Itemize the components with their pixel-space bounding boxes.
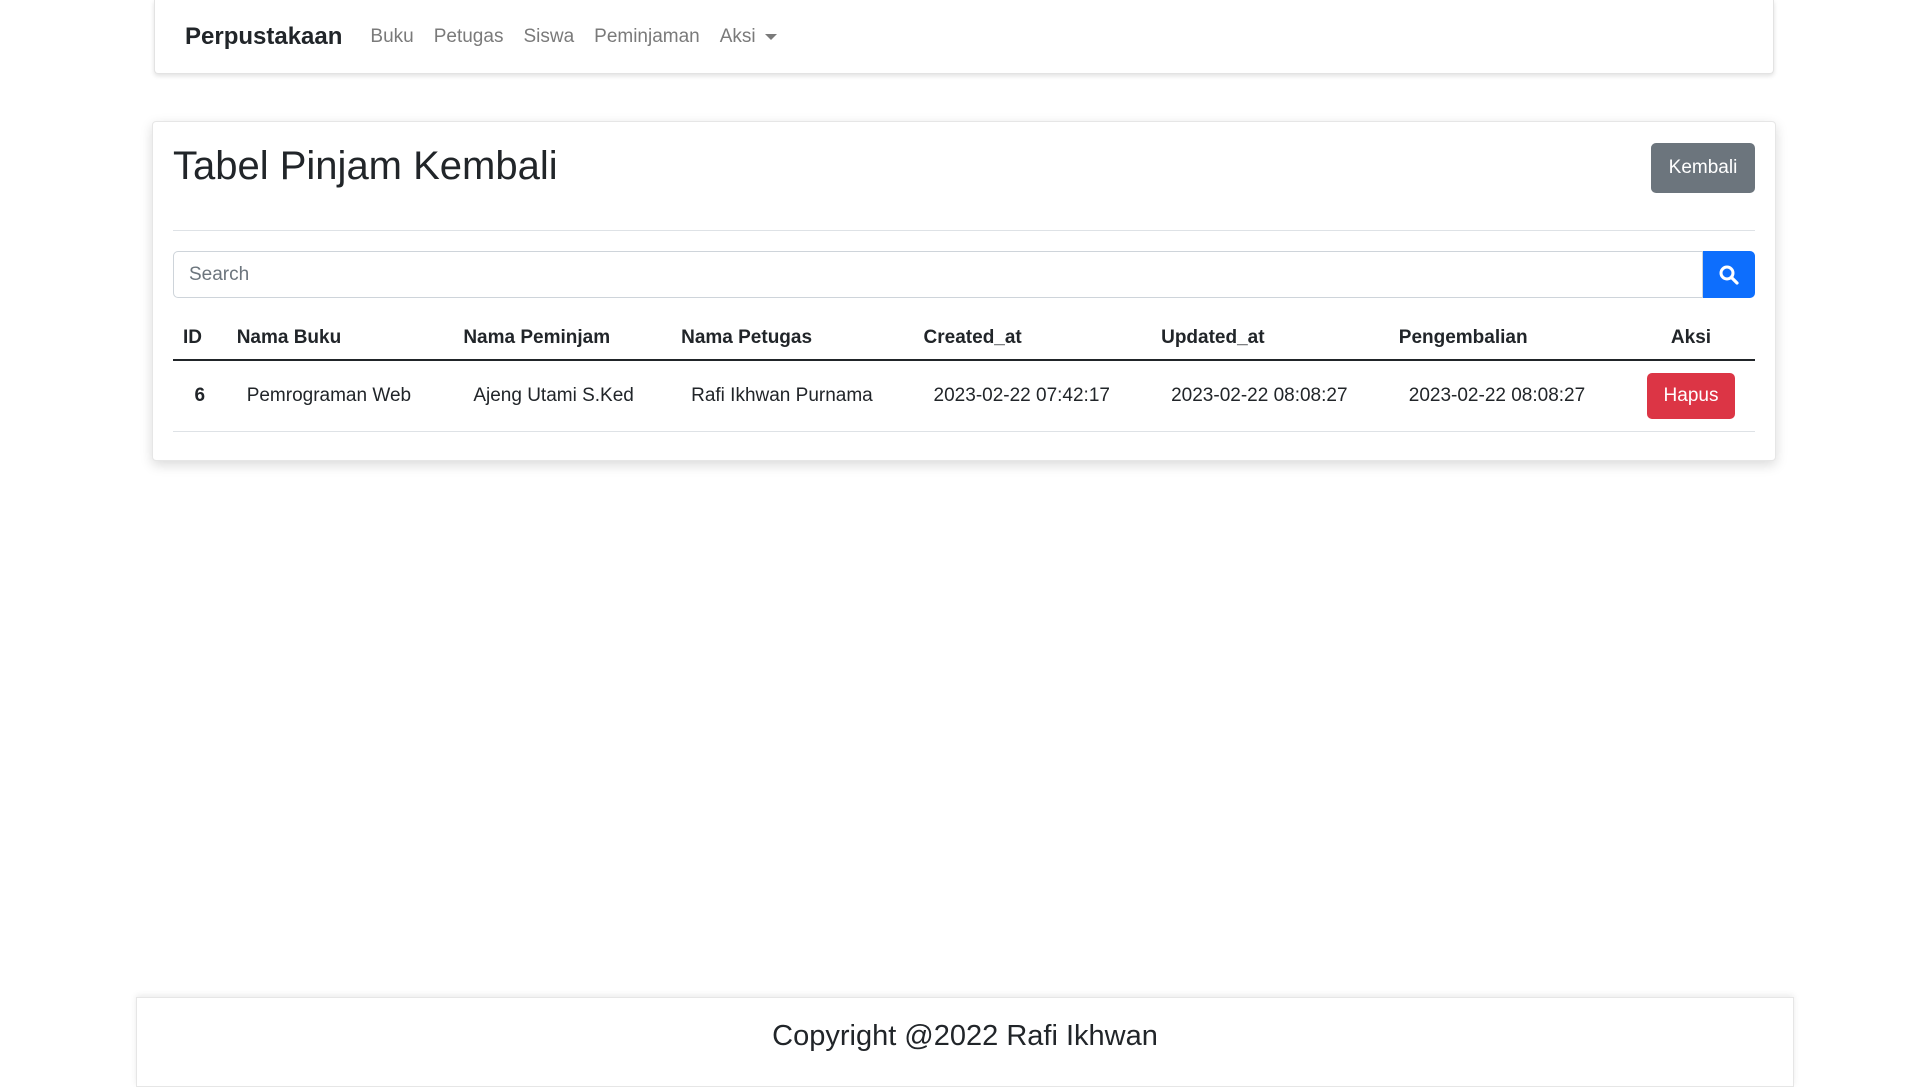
cell-pengembalian: 2023-02-22 08:08:27 <box>1388 360 1627 432</box>
cell-created-at: 2023-02-22 07:42:17 <box>913 360 1152 432</box>
cell-nama-buku: Pemrograman Web <box>226 360 454 432</box>
nav-item-peminjaman[interactable]: Peminjaman <box>594 26 700 48</box>
nav-item-aksi-label: Aksi <box>719 25 756 47</box>
footer-copyright: Copyright @2022 Rafi Ikhwan <box>772 1020 1158 1052</box>
navbar-brand[interactable]: Perpustakaan <box>185 23 342 51</box>
search-button[interactable] <box>1703 251 1755 298</box>
table-header-row: ID Nama Buku Nama Peminjam Nama Petugas … <box>173 317 1755 361</box>
column-header-aksi: Aksi <box>1627 317 1755 361</box>
cell-aksi: Hapus <box>1627 360 1755 432</box>
column-header-nama-petugas: Nama Petugas <box>671 317 914 361</box>
column-header-pengembalian: Pengembalian <box>1388 317 1627 361</box>
nav-item-buku[interactable]: Buku <box>370 26 413 48</box>
column-header-updated-at: Updated_at <box>1151 317 1389 361</box>
navbar: Perpustakaan Buku Petugas Siswa Peminjam… <box>154 0 1774 74</box>
main-card: Tabel Pinjam Kembali Kembali ID Nama Buk… <box>152 121 1776 461</box>
search-icon <box>1719 265 1739 285</box>
column-header-nama-buku: Nama Buku <box>226 317 454 361</box>
kembali-button[interactable]: Kembali <box>1651 143 1755 193</box>
cell-nama-peminjam: Ajeng Utami S.Ked <box>453 360 672 432</box>
search-group <box>173 251 1755 298</box>
hapus-button[interactable]: Hapus <box>1647 373 1735 419</box>
page-title: Tabel Pinjam Kembali <box>173 144 558 188</box>
table-row: 6 Pemrograman Web Ajeng Utami S.Ked Rafi… <box>173 360 1755 432</box>
nav-item-petugas[interactable]: Petugas <box>434 26 504 48</box>
column-header-id: ID <box>173 317 227 361</box>
column-header-nama-peminjam: Nama Peminjam <box>453 317 672 361</box>
pinjam-kembali-table: ID Nama Buku Nama Peminjam Nama Petugas … <box>173 317 1755 432</box>
column-header-created-at: Created_at <box>913 317 1152 361</box>
cell-updated-at: 2023-02-22 08:08:27 <box>1151 360 1389 432</box>
footer: Copyright @2022 Rafi Ikhwan <box>136 997 1794 1087</box>
cell-nama-petugas: Rafi Ikhwan Purnama <box>671 360 914 432</box>
cell-id: 6 <box>173 360 227 432</box>
nav-item-aksi-dropdown[interactable]: Aksi <box>720 26 777 48</box>
divider <box>173 230 1755 231</box>
search-input[interactable] <box>173 251 1703 298</box>
caret-down-icon <box>764 33 777 40</box>
nav-item-siswa[interactable]: Siswa <box>523 26 574 48</box>
